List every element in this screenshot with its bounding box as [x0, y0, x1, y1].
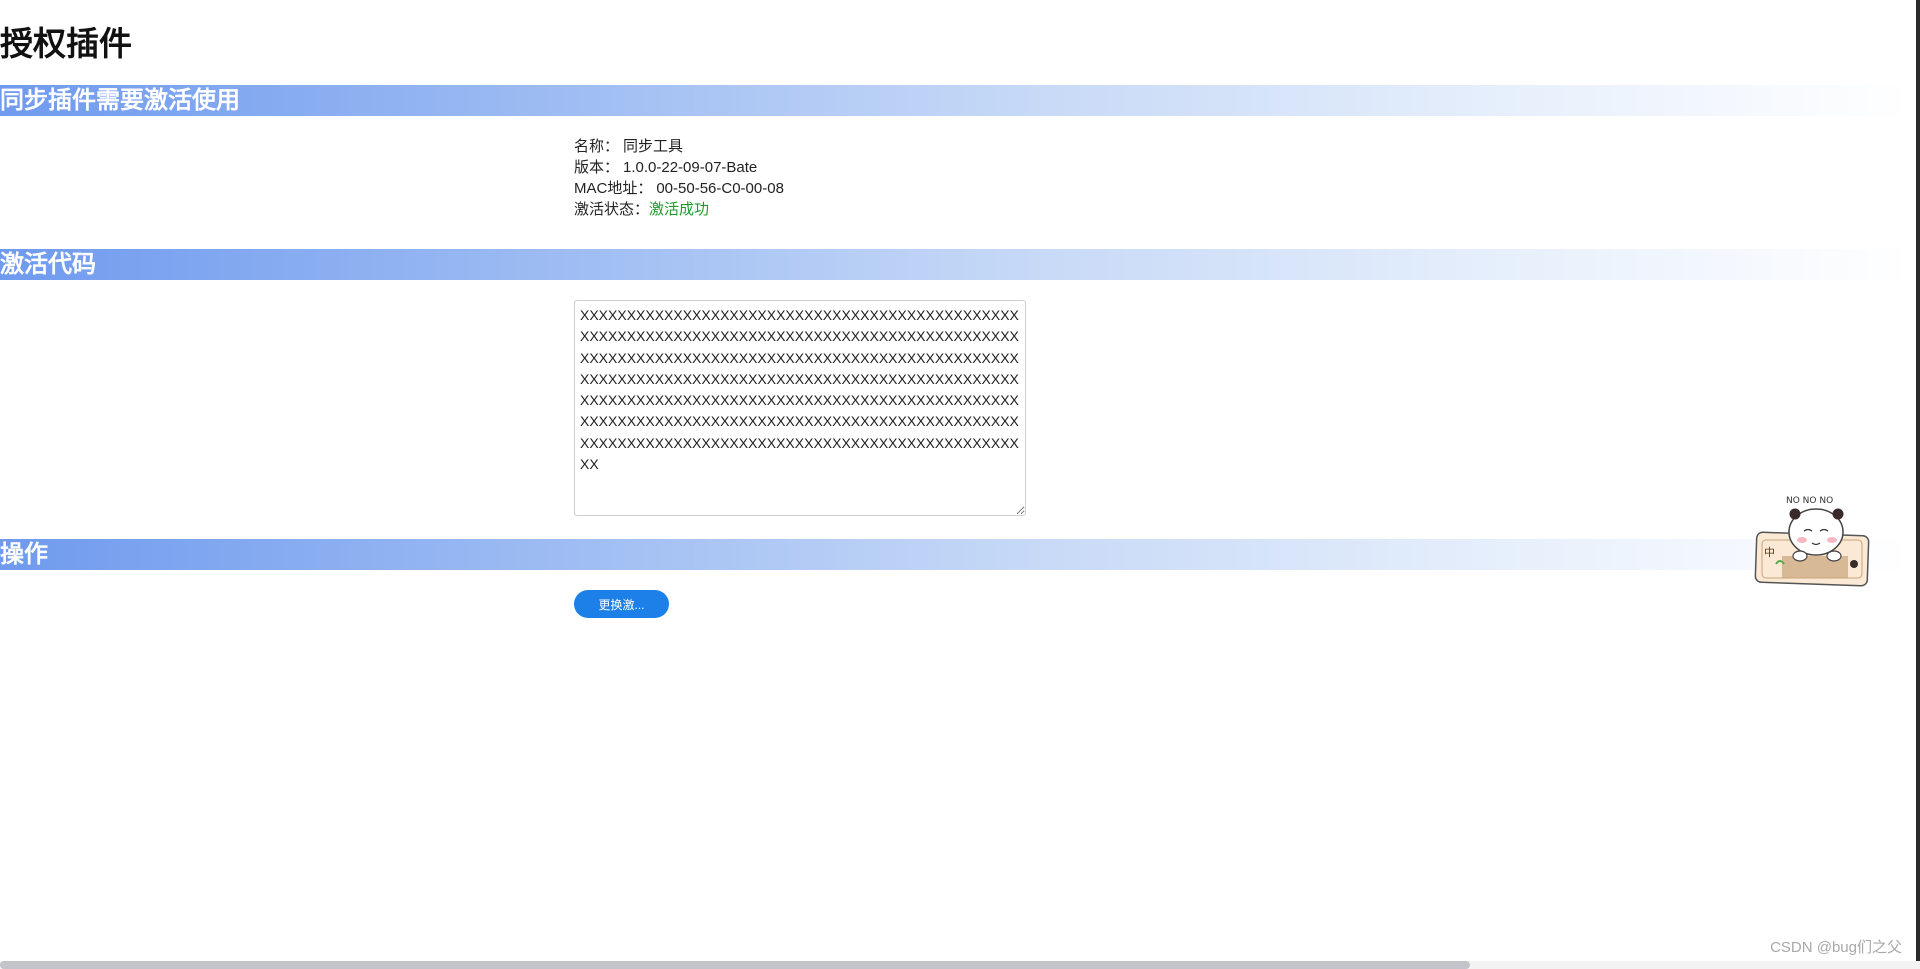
section-title-sync: 同步插件需要激活使用: [0, 87, 240, 114]
panda-mascot-sticker: NO NO NO 中: [1754, 496, 1870, 587]
plugin-authorization-page: 授权插件 同步插件需要激活使用 名称： 同步工具 版本： 1.0.0-22-09-0…: [0, 0, 1920, 969]
status-value: 激活成功: [649, 201, 710, 218]
name-label: 名称：: [574, 138, 620, 155]
version-label: 版本：: [574, 159, 620, 176]
info-row-status: 激活状态：激活成功: [574, 199, 784, 220]
mascot-caption: NO NO NO: [1786, 496, 1833, 506]
mac-label: MAC地址：: [574, 180, 653, 197]
activation-code-textarea[interactable]: XXXXXXXXXXXXXXXXXXXXXXXXXXXXXXXXXXXXXXXX…: [574, 300, 1026, 516]
horizontal-scrollbar-thumb[interactable]: [0, 961, 1470, 969]
mascot-badge: 中: [1764, 546, 1775, 559]
version-value: 1.0.0-22-09-07-Bate: [623, 159, 758, 176]
section-header-sync: 同步插件需要激活使用: [0, 85, 1910, 116]
section-header-ops: 操作: [0, 539, 1910, 570]
page-title: 授权插件: [0, 25, 132, 62]
info-row-mac: MAC地址： 00-50-56-C0-00-08: [574, 178, 784, 199]
mac-value: 00-50-56-C0-00-08: [656, 180, 784, 197]
plugin-info: 名称： 同步工具 版本： 1.0.0-22-09-07-Bate MAC地址： 00-…: [574, 136, 784, 220]
section-title-code: 激活代码: [0, 251, 96, 278]
info-row-name: 名称： 同步工具: [574, 136, 784, 157]
name-value: 同步工具: [623, 138, 684, 155]
section-header-code: 激活代码: [0, 249, 1910, 280]
section-title-ops: 操作: [0, 541, 48, 568]
csdn-watermark: CSDN @bug们之父: [1770, 939, 1902, 956]
vertical-scrollbar-edge: [1916, 0, 1920, 969]
change-activation-button[interactable]: 更换激...: [574, 590, 669, 618]
info-row-version: 版本： 1.0.0-22-09-07-Bate: [574, 157, 784, 178]
status-label: 激活状态：: [574, 201, 650, 218]
